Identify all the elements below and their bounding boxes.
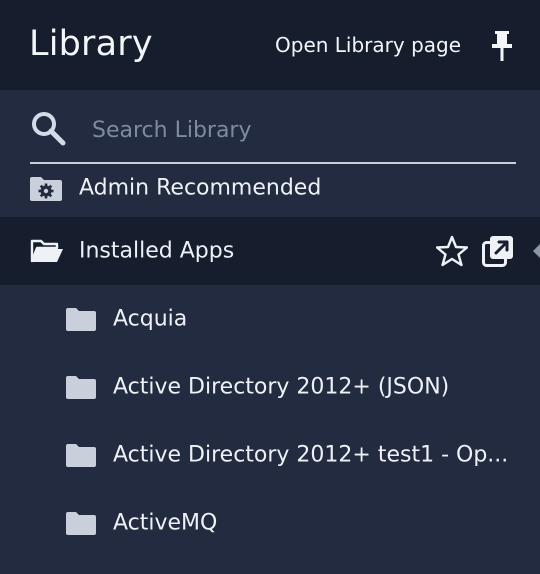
list-item-admin-recommended[interactable]: Admin Recommended xyxy=(0,162,540,214)
folder-icon xyxy=(66,512,96,535)
search-input[interactable] xyxy=(90,112,504,148)
folder-icon xyxy=(66,444,96,467)
gear-folder-icon xyxy=(30,177,62,201)
search-icon xyxy=(32,112,66,146)
open-external-icon[interactable] xyxy=(482,235,514,267)
list-item-label: Active Directory 2012+ (JSON) xyxy=(113,374,450,400)
list-item-activemq[interactable]: ActiveMQ xyxy=(0,489,540,557)
list-item-label: ActiveMQ xyxy=(113,510,218,536)
list-item-installed-apps[interactable]: Installed Apps xyxy=(0,217,540,285)
search-bar xyxy=(30,104,516,164)
pin-icon[interactable] xyxy=(489,31,515,61)
list-item-label: Installed Apps xyxy=(79,238,235,264)
list-item-label: Admin Recommended xyxy=(79,175,322,201)
list-item-acquia[interactable]: Acquia xyxy=(0,285,540,353)
folder-icon xyxy=(66,376,96,399)
folder-icon xyxy=(66,308,96,331)
star-icon[interactable] xyxy=(436,235,468,267)
page-title: Library xyxy=(29,24,153,64)
open-library-page-link[interactable]: Open Library page xyxy=(275,33,461,57)
list-item-active-directory-test1[interactable]: Active Directory 2012+ test1 - Op... xyxy=(0,421,540,489)
list-item-label: Acquia xyxy=(113,306,188,332)
list-item-active-directory-json[interactable]: Active Directory 2012+ (JSON) xyxy=(0,353,540,421)
folder-open-icon xyxy=(30,239,63,263)
list-item-label: Active Directory 2012+ test1 - Op... xyxy=(113,442,509,468)
library-header: Library Open Library page xyxy=(0,0,540,90)
